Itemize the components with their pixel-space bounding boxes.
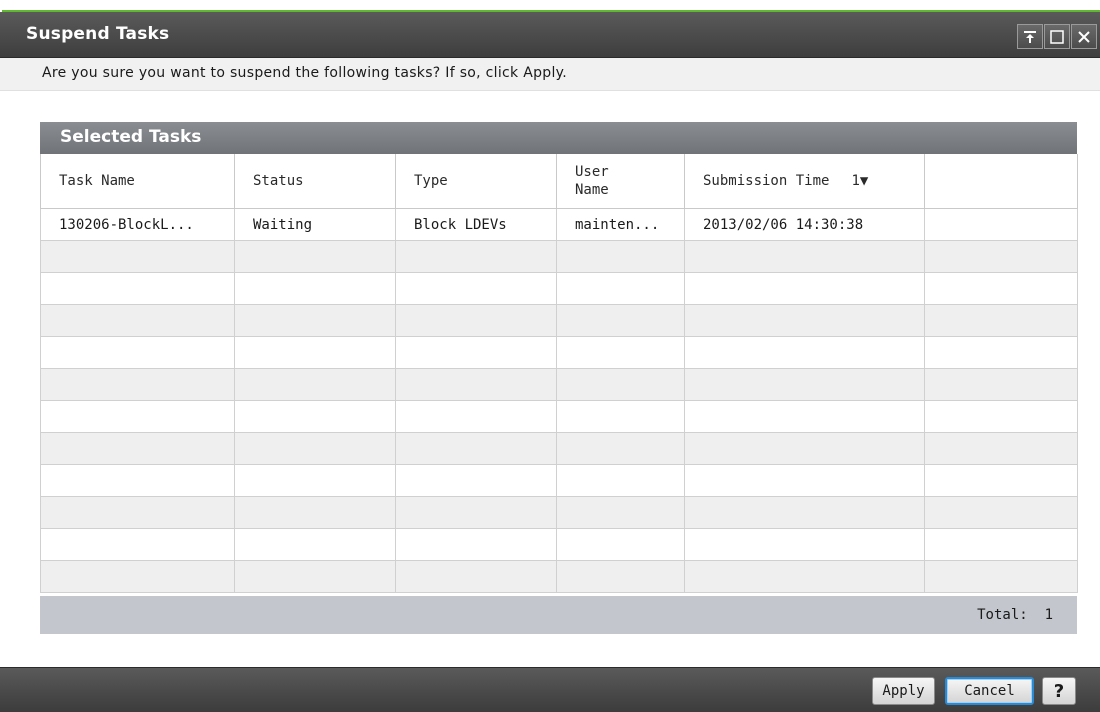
column-header-type[interactable]: Type bbox=[395, 154, 557, 209]
empty-row bbox=[40, 304, 1078, 337]
empty-row bbox=[40, 560, 1078, 593]
empty-row bbox=[40, 272, 1078, 305]
confirmation-message-bar: Are you sure you want to suspend the fol… bbox=[0, 58, 1100, 91]
pin-icon[interactable] bbox=[1017, 24, 1043, 49]
empty-row bbox=[40, 528, 1078, 561]
empty-row bbox=[40, 400, 1078, 433]
total-label: Total: bbox=[977, 607, 1028, 623]
cell-type: Block LDEVs bbox=[395, 208, 557, 241]
help-button[interactable]: ? bbox=[1042, 677, 1076, 705]
column-header-label: Status bbox=[253, 173, 304, 189]
dialog-title-bar[interactable]: Suspend Tasks bbox=[0, 12, 1100, 58]
maximize-icon[interactable] bbox=[1044, 24, 1070, 49]
sort-descending-indicator[interactable]: 1▼ bbox=[851, 173, 868, 189]
panel-title: Selected Tasks bbox=[60, 127, 202, 147]
total-count: Total: 1 bbox=[977, 607, 1053, 623]
cell-status: Waiting bbox=[234, 208, 396, 241]
cell-submission-time: 2013/02/06 14:30:38 bbox=[684, 208, 925, 241]
window-top-strip bbox=[0, 0, 1100, 12]
dialog-button-bar: Apply Cancel ? bbox=[0, 667, 1100, 712]
dialog-title: Suspend Tasks bbox=[26, 24, 170, 44]
confirmation-message: Are you sure you want to suspend the fol… bbox=[42, 65, 567, 81]
cell-empty bbox=[924, 208, 1078, 241]
column-header-submission-time[interactable]: Submission Time 1▼ bbox=[684, 154, 925, 209]
selected-tasks-panel: Selected Tasks Task Name Status Type Use… bbox=[40, 122, 1078, 634]
empty-row bbox=[40, 496, 1078, 529]
column-header-label: User bbox=[575, 164, 609, 180]
empty-row bbox=[40, 432, 1078, 465]
cell-task-name: 130206-BlockL... bbox=[40, 208, 235, 241]
column-header-label: Task Name bbox=[59, 173, 135, 189]
close-icon[interactable] bbox=[1071, 24, 1097, 49]
empty-row bbox=[40, 368, 1078, 401]
column-header-label: Submission Time bbox=[703, 173, 830, 189]
column-header-status[interactable]: Status bbox=[234, 154, 396, 209]
cell-user-name: mainten... bbox=[556, 208, 685, 241]
column-header-label: Name bbox=[575, 182, 609, 198]
panel-header: Selected Tasks bbox=[40, 122, 1077, 154]
tasks-table: Task Name Status Type User Name Submissio… bbox=[40, 154, 1078, 593]
column-header-label: Type bbox=[414, 173, 448, 189]
total-value: 1 bbox=[1044, 607, 1053, 623]
table-footer: Total: 1 bbox=[40, 596, 1077, 634]
empty-row bbox=[40, 336, 1078, 369]
table-row[interactable]: 130206-BlockL... Waiting Block LDEVs mai… bbox=[40, 208, 1078, 241]
cancel-button[interactable]: Cancel bbox=[945, 677, 1034, 705]
table-header-row: Task Name Status Type User Name Submissio… bbox=[40, 154, 1078, 209]
column-header-empty bbox=[924, 154, 1078, 209]
column-header-task-name[interactable]: Task Name bbox=[40, 154, 235, 209]
apply-button[interactable]: Apply bbox=[872, 677, 935, 705]
empty-row bbox=[40, 464, 1078, 497]
column-header-user-name[interactable]: User Name bbox=[556, 154, 685, 209]
empty-row bbox=[40, 240, 1078, 273]
